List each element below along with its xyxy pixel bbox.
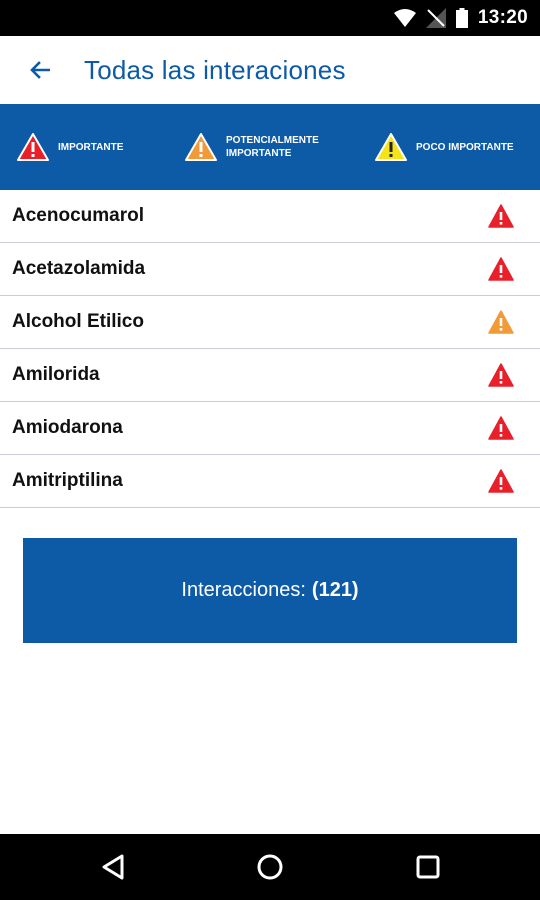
legend-label: IMPORTANTE [58,141,124,153]
app-bar: Todas las interaciones [0,36,540,104]
count-value: (121) [311,579,359,601]
list-item[interactable]: Alcohol Etilico [0,296,540,349]
warning-red-icon [17,133,49,161]
no-signal-icon [425,8,446,28]
list-item[interactable]: Amitriptilina [0,455,540,508]
warning-yellow-icon [375,133,407,161]
warning-icon [488,363,514,387]
drug-name: Alcohol Etilico [12,311,144,332]
list-item[interactable]: Acetazolamida [0,243,540,296]
drug-name: Amitriptilina [12,470,123,491]
drug-name: Acenocumarol [12,205,144,226]
square-recents-icon [416,855,440,879]
legend-label: POTENCIALMENTE IMPORTANTE [226,134,319,160]
warning-icon [488,204,514,228]
arrow-back-icon [30,61,50,79]
legend-item-potencialmente-importante: POTENCIALMENTE IMPORTANTE [184,104,319,190]
wifi-icon [393,9,416,27]
warning-icon [488,257,514,281]
warning-icon [488,310,514,334]
warning-icon [488,469,514,493]
legend-label: POCO IMPORTANTE [416,141,514,153]
drug-name: Amilorida [12,364,100,385]
warning-icon [488,416,514,440]
status-bar: 13:20 [0,0,540,36]
battery-icon [455,8,468,28]
legend-item-importante: IMPORTANTE [16,104,123,190]
legend-label-line1: POTENCIALMENTE [226,135,319,146]
triangle-back-icon [102,854,124,880]
legend-item-poco-importante: POCO IMPORTANTE [374,104,514,190]
nav-home-button[interactable] [250,847,290,887]
interactions-count-button[interactable]: Interacciones: (121) [23,538,517,643]
nav-back-button[interactable] [93,847,133,887]
system-nav-bar [0,834,540,900]
circle-home-icon [257,854,283,880]
drug-name: Amiodarona [12,417,123,438]
count-label: Interacciones: [181,579,306,601]
clock: 13:20 [477,7,528,28]
severity-legend: IMPORTANTE POTENCIALMENTE IMPORTANTE POC… [0,104,540,190]
list-item[interactable]: Amilorida [0,349,540,402]
drug-name: Acetazolamida [12,258,146,279]
nav-recents-button[interactable] [408,847,448,887]
list-item[interactable]: Acenocumarol [0,190,540,243]
legend-label-line2: IMPORTANTE [226,148,292,159]
status-icons: 13:20 [393,0,528,36]
warning-orange-icon [185,133,217,161]
page-title: Todas las interaciones [84,54,346,85]
list-item[interactable]: Amiodarona [0,402,540,455]
interaction-list: Acenocumarol Acetazolamida Alcohol Etili… [0,190,540,508]
back-button[interactable] [20,50,60,90]
